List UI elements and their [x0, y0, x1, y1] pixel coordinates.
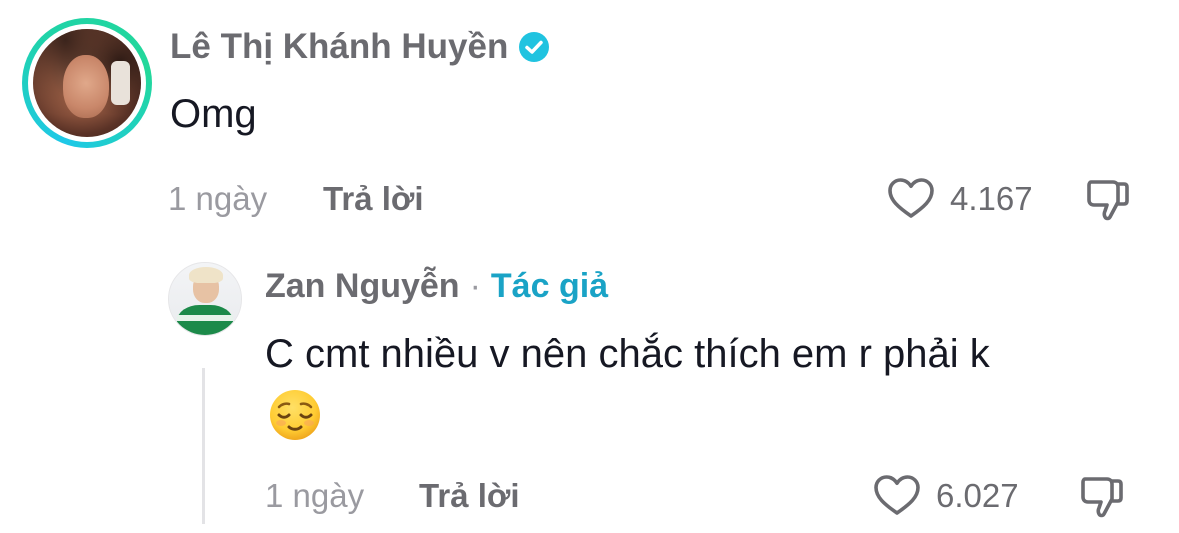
dislike-thumb-icon[interactable] [1083, 174, 1133, 224]
comment-avatar [33, 29, 141, 137]
like-heart-icon[interactable] [886, 176, 936, 220]
comment-like-count: 4.167 [950, 180, 1033, 217]
relieved-face-emoji-icon [270, 390, 320, 440]
reply-like-count: 6.027 [936, 477, 1019, 514]
comment-text: Omg [170, 92, 257, 136]
reply-text: C cmt nhiều v nên chắc thích em r phải k [265, 332, 990, 376]
verified-badge-icon [519, 32, 550, 62]
reply-author-name[interactable]: Zan Nguyễn [265, 267, 460, 306]
reply-like-heart-icon[interactable] [872, 473, 922, 517]
reply-author-row: Zan Nguyễn · Tác giả [265, 267, 608, 306]
reply-timestamp: 1 ngày [265, 477, 365, 514]
comment-timestamp: 1 ngày [168, 180, 268, 217]
reply-avatar-shirt-stripe [177, 315, 233, 321]
comment-avatar-frame [28, 24, 146, 142]
reply-separator: · [469, 267, 481, 305]
reply-avatar-hair [189, 267, 223, 283]
avatar-phone [110, 61, 131, 105]
reply-avatar[interactable] [168, 262, 242, 336]
comment-author-row[interactable]: Lê Thị Khánh Huyền [170, 27, 550, 67]
comment-reply-button[interactable]: Trả lời [323, 180, 424, 218]
comment-author-name[interactable]: Lê Thị Khánh Huyền [170, 27, 508, 67]
author-badge: Tác giả [490, 267, 609, 305]
reply-reply-button[interactable]: Trả lời [419, 477, 520, 515]
reply-dislike-thumb-icon[interactable] [1077, 471, 1127, 521]
comment-avatar-ring[interactable] [22, 18, 152, 148]
reply-thread-line [202, 368, 205, 524]
avatar-face [63, 54, 109, 118]
